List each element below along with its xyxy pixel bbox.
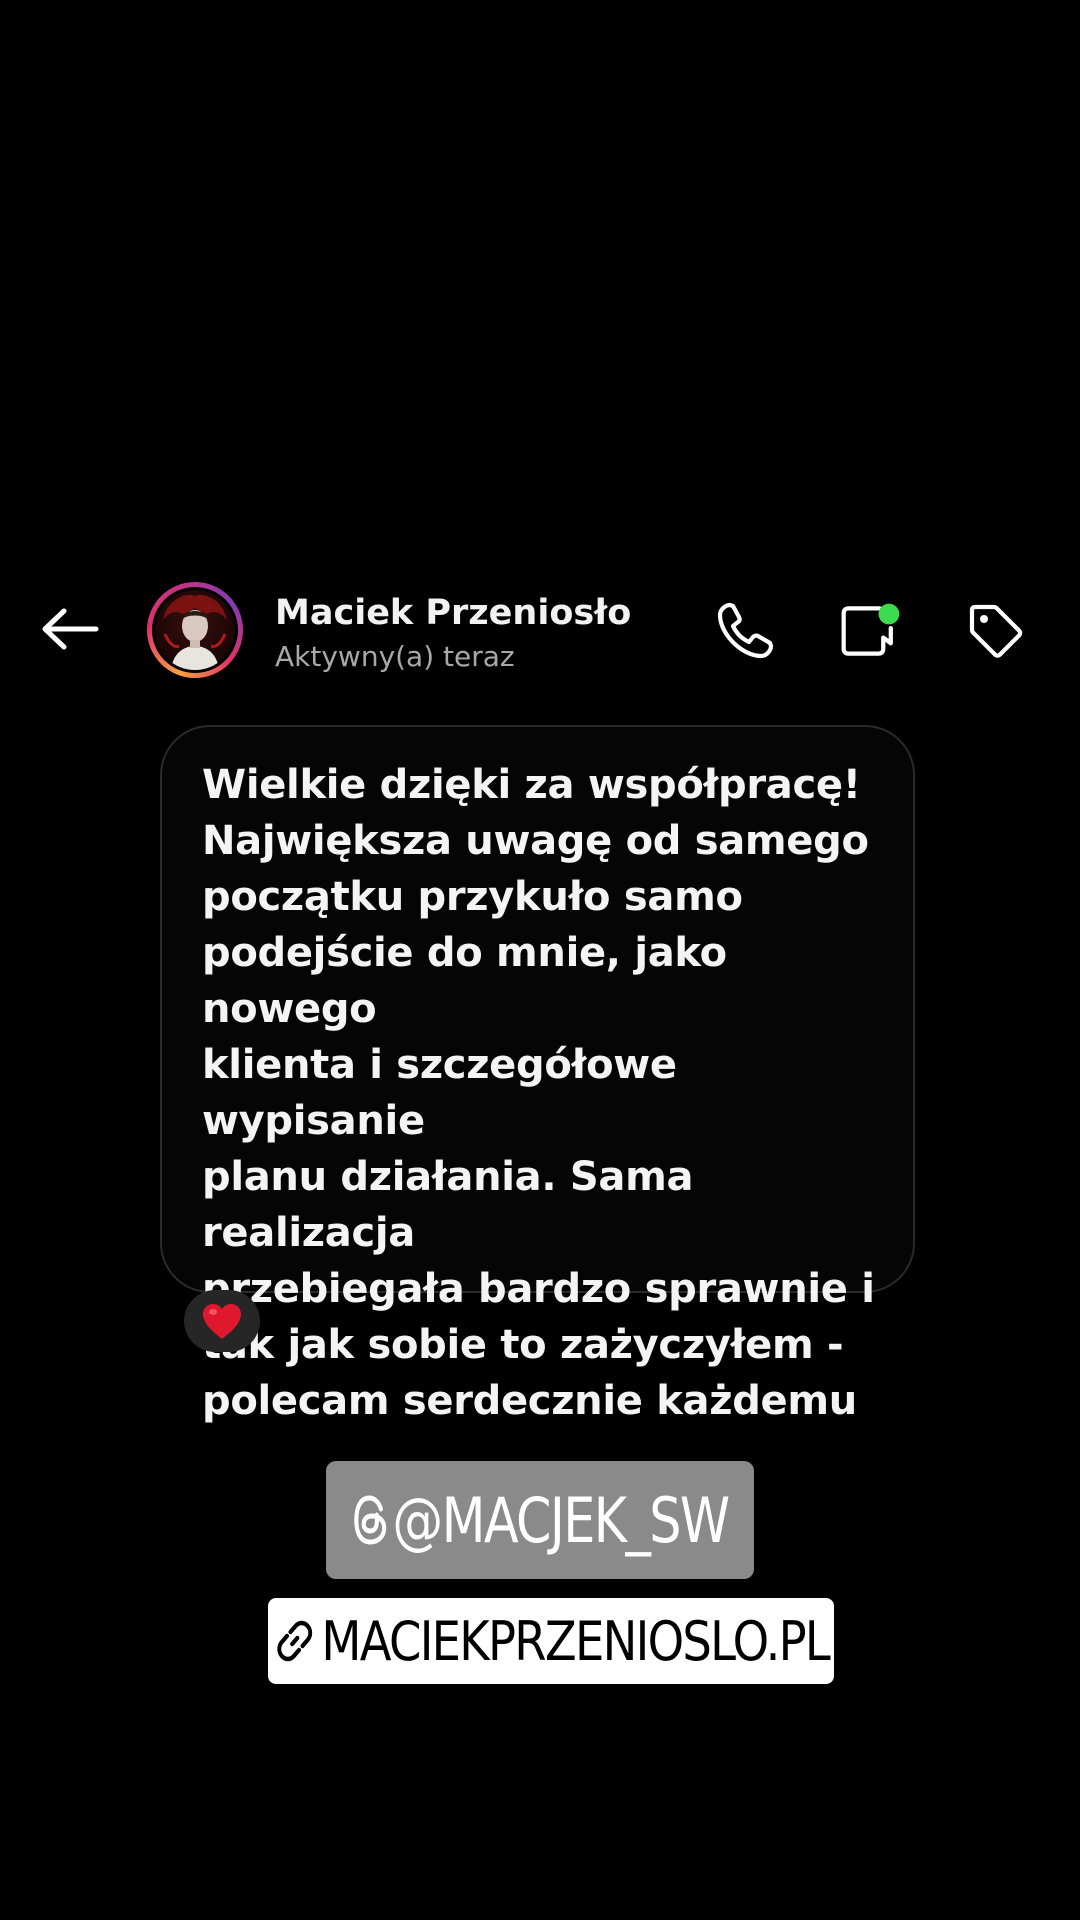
tag-button[interactable] — [962, 598, 1028, 664]
link-icon — [277, 1620, 312, 1662]
avatar-image — [155, 590, 235, 670]
avatar[interactable] — [147, 582, 243, 678]
link-url: MACIEKPRZENIOSLO.PL — [321, 1609, 830, 1673]
video-call-button[interactable] — [838, 598, 904, 664]
mention-username: @MACJEK_SW — [392, 1483, 730, 1557]
contact-info[interactable]: Maciek Przeniosło Aktywny(a) teraz — [275, 592, 631, 676]
tag-icon — [969, 604, 1023, 658]
contact-name: Maciek Przeniosło — [275, 593, 632, 633]
chat-header: Maciek Przeniosło Aktywny(a) teraz — [0, 580, 1080, 680]
active-status-dot — [878, 603, 900, 625]
video-camera-icon — [841, 603, 900, 656]
message-text: Wielkie dzięki za współpracę! Największa… — [202, 762, 875, 1424]
audio-call-button[interactable] — [712, 598, 778, 664]
threads-icon — [354, 1495, 387, 1545]
heart-icon — [203, 1304, 241, 1339]
heart-reaction[interactable] — [184, 1290, 260, 1352]
mention-sticker[interactable]: @MACJEK_SW — [326, 1461, 754, 1579]
arrow-left-icon — [42, 608, 99, 650]
back-button[interactable] — [38, 602, 102, 656]
link-sticker[interactable]: MACIEKPRZENIOSLO.PL — [268, 1598, 834, 1684]
phone-icon — [717, 602, 774, 659]
contact-status: Aktywny(a) teraz — [275, 640, 515, 673]
message-bubble[interactable]: Wielkie dzięki za współpracę! Największa… — [160, 725, 915, 1424]
